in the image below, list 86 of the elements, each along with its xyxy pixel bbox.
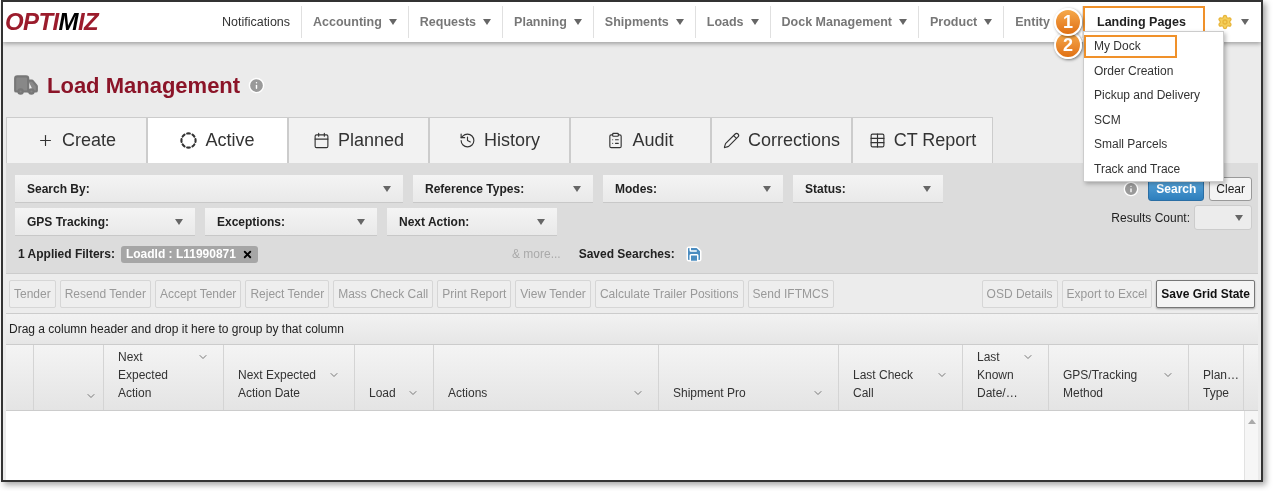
tab[interactable]: Audit — [570, 117, 711, 163]
toolbar-button[interactable]: Save Grid State — [1156, 279, 1255, 308]
caret-icon — [573, 185, 581, 192]
caret-icon — [750, 19, 759, 25]
caret-icon — [388, 19, 397, 25]
calendar-icon — [312, 132, 330, 149]
save-icon[interactable] — [684, 245, 703, 263]
plus-icon — [37, 132, 54, 149]
filter-select[interactable]: GPS Tracking: — [15, 208, 195, 236]
caret-icon — [537, 218, 545, 225]
logo[interactable]: OPTIMIZ — [5, 10, 99, 34]
column-header[interactable]: Next Expected Action — [104, 345, 224, 410]
nav-item[interactable]: Notifications — [210, 6, 302, 38]
menu-item[interactable]: Pickup and Delivery — [1084, 83, 1201, 107]
group-hint: Drag a column header and drop it here to group by that column — [9, 321, 344, 338]
caret-icon — [1241, 19, 1249, 25]
filter-select[interactable]: Modes: — [603, 175, 783, 203]
nav-item[interactable]: Accounting — [302, 6, 408, 38]
info-icon[interactable] — [248, 76, 266, 94]
callout-badge: 1 — [1054, 8, 1082, 36]
filter-select[interactable]: Search By: — [15, 175, 403, 203]
caret-icon — [383, 185, 391, 192]
caret-icon — [175, 218, 183, 225]
clear-button[interactable]: Clear — [1209, 177, 1252, 201]
nav-item[interactable]: Requests — [408, 6, 503, 38]
nav-item[interactable]: Loads — [695, 6, 770, 38]
menu-item[interactable]: Order Creation — [1084, 59, 1174, 82]
results-count-label: Results Count: — [1111, 209, 1190, 227]
tab[interactable]: Corrections — [711, 117, 852, 163]
column-header[interactable]: Last Check Call — [839, 345, 963, 410]
column-header[interactable]: Last Known Date/… — [963, 345, 1049, 410]
column-label: Load — [369, 385, 396, 402]
column-header[interactable]: Load — [355, 345, 434, 410]
column-header[interactable]: Next Expected Action Date — [224, 345, 355, 410]
tab[interactable]: CT Report — [852, 117, 993, 163]
caret-icon — [899, 19, 908, 25]
column-header[interactable]: Actions — [434, 345, 659, 410]
caret-icon — [573, 19, 582, 25]
saved-searches-label: Saved Searches: — [578, 246, 675, 263]
menu-item[interactable]: My Dock — [1084, 34, 1177, 58]
caret-icon — [675, 19, 684, 25]
column-label: GPS/Tracking Method — [1063, 367, 1138, 402]
clipboard-icon — [607, 132, 625, 149]
applied-filters-label: 1 Applied Filters: — [18, 246, 115, 263]
results-count-select[interactable] — [1194, 205, 1252, 230]
info-icon[interactable] — [1123, 181, 1140, 197]
nav-item[interactable]: Shipments — [593, 6, 695, 38]
menu-item[interactable]: Small Parcels — [1084, 132, 1168, 156]
history-icon — [459, 132, 476, 149]
nav-item[interactable]: Entity — [1004, 6, 1050, 38]
tab[interactable]: Planned — [288, 117, 429, 163]
caret-icon — [984, 19, 993, 25]
column-label: Last Known Date/… — [977, 349, 1018, 402]
caret-icon — [1235, 214, 1243, 221]
column-label: Next Expected Action Date — [238, 367, 317, 402]
caret-icon — [923, 185, 931, 192]
tab[interactable]: Active — [147, 117, 288, 163]
table-icon — [868, 132, 886, 149]
column-label: Next Expected Action — [118, 349, 169, 402]
page-title: Load Management — [47, 71, 241, 100]
caret-icon — [763, 185, 771, 192]
column-header[interactable]: Plan… Type — [1189, 345, 1244, 410]
column-header[interactable]: Shipment Pro — [659, 345, 839, 410]
nav-item[interactable]: Product — [919, 6, 1004, 38]
filter-select[interactable]: Reference Types: — [413, 175, 593, 203]
column-label: Shipment Pro — [673, 385, 746, 402]
menu-item[interactable]: SCM — [1084, 108, 1121, 131]
menu-item[interactable]: Track and Trace — [1084, 157, 1181, 180]
remove-icon[interactable] — [241, 248, 253, 260]
caret-icon — [357, 218, 365, 225]
caret-icon — [483, 19, 492, 25]
column-label: Plan… Type — [1203, 367, 1240, 402]
column-label: Last Check Call — [853, 367, 914, 402]
column-header[interactable]: GPS/Tracking Method — [1049, 345, 1189, 410]
truck-icon — [13, 72, 39, 98]
nav-item[interactable]: Dock Management — [770, 6, 919, 38]
tab[interactable]: Create — [6, 117, 147, 163]
nav-item[interactable]: Planning — [503, 6, 593, 38]
settings-icon — [1217, 14, 1233, 30]
column-label: Actions — [448, 385, 488, 402]
filter-select[interactable]: Status: — [793, 175, 943, 203]
filter-select[interactable]: Next Action: — [387, 208, 557, 236]
pencil-icon — [723, 132, 740, 149]
tab[interactable]: History — [429, 117, 570, 163]
filter-select[interactable]: Exceptions: — [205, 208, 377, 236]
scroll-up-icon[interactable] — [1247, 419, 1256, 424]
